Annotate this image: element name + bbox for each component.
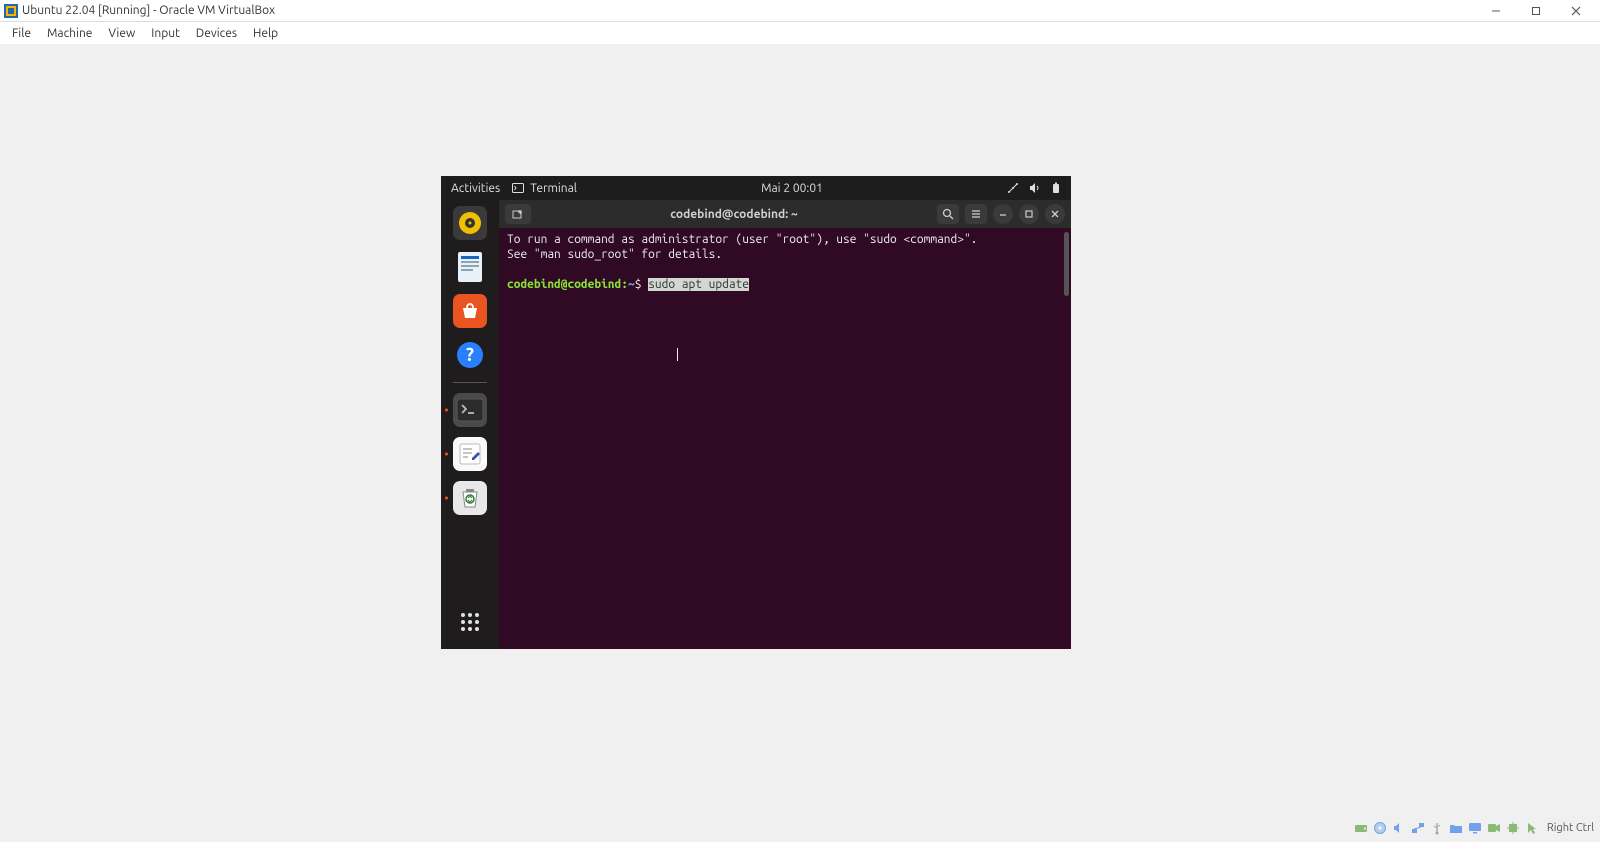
- menu-devices[interactable]: Devices: [188, 25, 245, 42]
- terminal-prompt-line: codebind@codebind:~$ sudo apt update: [507, 277, 1063, 292]
- terminal-maximize-button[interactable]: [1019, 204, 1039, 224]
- status-shared-folder-icon[interactable]: [1448, 819, 1465, 836]
- status-mouse-icon[interactable]: [1524, 819, 1541, 836]
- status-host-key-label: Right Ctrl: [1547, 822, 1594, 834]
- dock-rhythmbox[interactable]: [453, 206, 487, 240]
- terminal-new-tab-button[interactable]: [505, 204, 531, 224]
- ubuntu-activities[interactable]: Activities: [451, 182, 500, 195]
- terminal-content[interactable]: To run a command as administrator (user …: [499, 228, 1071, 649]
- menu-input[interactable]: Input: [143, 25, 188, 42]
- volume-icon: [1029, 182, 1041, 194]
- terminal-titlebar: codebind@codebind: ~: [499, 200, 1071, 228]
- terminal-output-line-2: See "man sudo_root" for details.: [507, 247, 1063, 262]
- ubuntu-guest-screen: Activities Terminal Mai 2 00:01: [441, 176, 1071, 649]
- host-close-button[interactable]: [1556, 0, 1596, 22]
- prompt-path: ~: [628, 278, 635, 291]
- host-menubar: File Machine View Input Devices Help: [0, 22, 1600, 44]
- terminal-search-button[interactable]: [937, 204, 959, 224]
- svg-text:?: ?: [466, 345, 474, 365]
- ubuntu-dock: ?: [441, 200, 499, 649]
- terminal-text-cursor: [677, 348, 678, 361]
- terminal-command: sudo apt update: [648, 278, 749, 291]
- prompt-dollar: $: [635, 278, 642, 291]
- dock-show-applications[interactable]: [453, 605, 487, 639]
- terminal-window: codebind@codebind: ~ To run a co: [499, 200, 1071, 649]
- terminal-minimize-button[interactable]: [993, 204, 1013, 224]
- menu-help[interactable]: Help: [245, 25, 286, 42]
- terminal-scrollbar[interactable]: [1064, 232, 1069, 296]
- vbox-statusbar: Right Ctrl: [1353, 819, 1594, 836]
- ubuntu-topbar: Activities Terminal Mai 2 00:01: [441, 176, 1071, 200]
- status-display-icon[interactable]: [1467, 819, 1484, 836]
- terminal-hamburger-menu[interactable]: [965, 204, 987, 224]
- network-icon: [1007, 182, 1019, 194]
- status-cpu-icon[interactable]: [1505, 819, 1522, 836]
- ubuntu-app-indicator[interactable]: Terminal: [512, 182, 577, 195]
- prompt-user-host: codebind@codebind: [507, 278, 621, 291]
- dock-libreoffice-writer[interactable]: [453, 250, 487, 284]
- status-network-icon[interactable]: [1410, 819, 1427, 836]
- status-usb-icon[interactable]: [1429, 819, 1446, 836]
- status-harddisk-icon[interactable]: [1353, 819, 1370, 836]
- dock-help[interactable]: ?: [453, 338, 487, 372]
- host-minimize-button[interactable]: [1476, 0, 1516, 22]
- status-optical-icon[interactable]: [1372, 819, 1389, 836]
- power-icon: [1051, 182, 1061, 194]
- menu-machine[interactable]: Machine: [39, 25, 100, 42]
- ubuntu-clock[interactable]: Mai 2 00:01: [761, 182, 823, 195]
- status-recording-icon[interactable]: [1486, 819, 1503, 836]
- menu-file[interactable]: File: [4, 25, 39, 42]
- ubuntu-system-menu[interactable]: [1007, 182, 1061, 194]
- status-audio-icon[interactable]: [1391, 819, 1408, 836]
- terminal-indicator-icon: [512, 183, 524, 193]
- host-maximize-button[interactable]: [1516, 0, 1556, 22]
- dock-divider: [453, 382, 487, 383]
- dock-text-editor[interactable]: [453, 437, 487, 471]
- terminal-output-line-1: To run a command as administrator (user …: [507, 232, 1063, 247]
- dock-software-center[interactable]: [453, 294, 487, 328]
- host-titlebar: Ubuntu 22.04 [Running] - Oracle VM Virtu…: [0, 0, 1600, 22]
- host-window-title: Ubuntu 22.04 [Running] - Oracle VM Virtu…: [22, 4, 275, 17]
- terminal-window-title: codebind@codebind: ~: [537, 208, 931, 221]
- dock-terminal[interactable]: [453, 393, 487, 427]
- ubuntu-app-label: Terminal: [530, 182, 577, 195]
- dock-trash[interactable]: [453, 481, 487, 515]
- virtualbox-icon: [4, 4, 18, 18]
- menu-view[interactable]: View: [100, 25, 143, 42]
- terminal-close-button[interactable]: [1045, 204, 1065, 224]
